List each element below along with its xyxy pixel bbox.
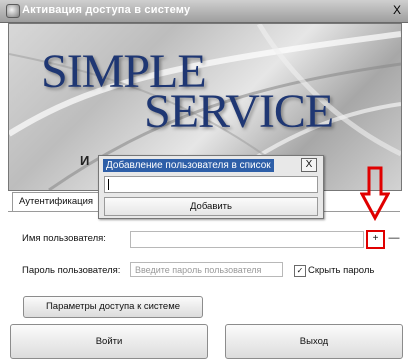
hide-password-label: Скрыть пароль xyxy=(308,265,375,276)
window-close-button[interactable]: X xyxy=(389,4,405,18)
hide-password-checkbox[interactable]: ✓ xyxy=(294,265,306,277)
banner-text-fragment: И xyxy=(80,153,90,168)
dialog-title: Добавление пользователя в список xyxy=(103,159,274,172)
logo-service: SERVICE xyxy=(144,85,334,138)
exit-button[interactable]: Выход xyxy=(225,324,403,359)
dialog-add-button[interactable]: Добавить xyxy=(104,197,318,216)
add-user-button[interactable]: + xyxy=(366,230,385,249)
new-user-input[interactable] xyxy=(104,176,318,193)
window-title: Активация доступа в систему xyxy=(22,4,191,16)
password-label: Пароль пользователя: xyxy=(22,265,121,276)
username-field[interactable] xyxy=(130,231,364,248)
remove-user-button[interactable]: — xyxy=(388,230,400,247)
title-bar: Активация доступа в систему X xyxy=(0,0,408,23)
red-arrow-down-icon xyxy=(360,166,390,222)
password-field[interactable] xyxy=(130,262,283,277)
access-params-button[interactable]: Параметры доступа к системе xyxy=(23,296,203,318)
username-label: Имя пользователя: xyxy=(22,233,106,244)
dialog-close-button[interactable]: X xyxy=(301,158,317,172)
add-user-dialog: Добавление пользователя в список X Добав… xyxy=(98,155,324,219)
tab-authentication[interactable]: Аутентификация xyxy=(12,192,101,211)
app-icon xyxy=(6,4,20,18)
text-caret xyxy=(108,179,109,190)
login-button[interactable]: Войти xyxy=(10,324,208,359)
